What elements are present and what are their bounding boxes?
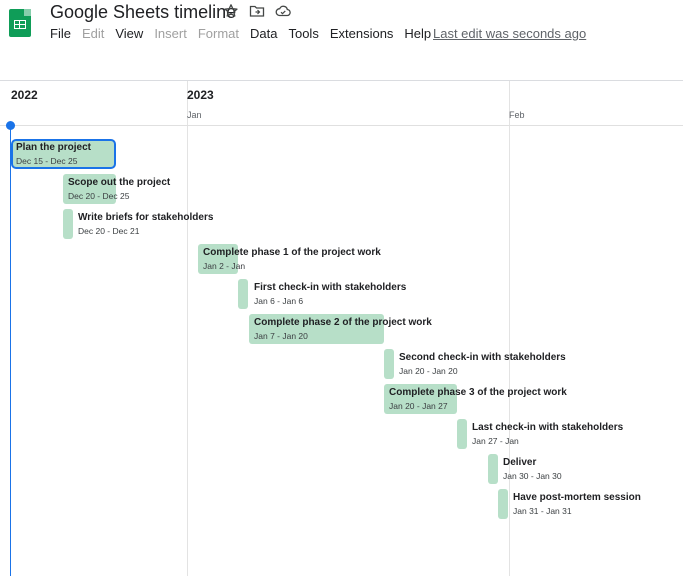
menu-tools[interactable]: Tools <box>288 26 318 41</box>
task-label: Deliver Jan 30 - Jan 30 <box>503 456 562 482</box>
task-label: Complete phase 2 of the project work Jan… <box>254 316 432 342</box>
task-label: First check-in with stakeholders Jan 6 -… <box>254 281 406 307</box>
year-label-2023: 2023 <box>187 88 214 102</box>
task-dates: Dec 20 - Dec 21 <box>78 226 140 236</box>
task-name: Deliver <box>503 457 537 468</box>
timeline-task[interactable]: Scope out the project Dec 20 - Dec 25 <box>63 174 263 204</box>
task-dates: Dec 20 - Dec 25 <box>68 191 130 201</box>
timeline-task[interactable]: Second check-in with stakeholders Jan 20… <box>384 349 604 379</box>
today-marker[interactable] <box>6 121 15 130</box>
timeline-view: 2022 2023 Jan Feb Plan the project Dec 1… <box>0 81 683 576</box>
month-label-jan: Jan <box>187 110 202 120</box>
task-bar[interactable] <box>238 279 248 309</box>
document-title[interactable]: Google Sheets timeline <box>50 2 236 23</box>
timeline-task[interactable]: First check-in with stakeholders Jan 6 -… <box>238 279 458 309</box>
task-dates: Jan 2 - Jan <box>203 261 246 271</box>
task-name: First check-in with stakeholders <box>254 282 407 293</box>
task-bar[interactable] <box>488 454 498 484</box>
task-dates: Jan 20 - Jan 27 <box>389 401 448 411</box>
move-folder-icon[interactable] <box>249 3 265 19</box>
timeline-task[interactable]: Plan the project Dec 15 - Dec 25 <box>11 139 211 169</box>
task-dates: Jan 30 - Jan 30 <box>503 471 562 481</box>
timeline-task[interactable]: Complete phase 2 of the project work Jan… <box>249 314 469 344</box>
logo-grid <box>13 19 26 29</box>
menu-bar: File Edit View Insert Format Data Tools Extensi… <box>50 26 442 41</box>
cloud-status-icon[interactable] <box>275 3 291 19</box>
sheets-logo-icon[interactable] <box>9 9 31 37</box>
task-dates: Dec 15 - Dec 25 <box>16 156 78 166</box>
timeline-task[interactable]: Have post-mortem session Jan 31 - Jan 31 <box>498 489 678 519</box>
task-label: Write briefs for stakeholders Dec 20 - D… <box>78 211 213 237</box>
today-line <box>10 125 11 576</box>
timeline-task[interactable]: Complete phase 3 of the project work Jan… <box>384 384 604 414</box>
menu-edit[interactable]: Edit <box>82 26 104 41</box>
task-name: Write briefs for stakeholders <box>78 212 214 223</box>
task-name: Complete phase 3 of the project work <box>389 387 567 398</box>
menu-extensions[interactable]: Extensions <box>330 26 394 41</box>
task-label: Have post-mortem session Jan 31 - Jan 31 <box>513 491 641 517</box>
task-bar[interactable] <box>457 419 467 449</box>
task-label: Complete phase 1 of the project work Jan… <box>203 246 381 272</box>
task-dates: Jan 27 - Jan <box>472 436 519 446</box>
timeline-task[interactable]: Last check-in with stakeholders Jan 27 -… <box>457 419 657 449</box>
task-name: Second check-in with stakeholders <box>399 352 566 363</box>
task-label: Second check-in with stakeholders Jan 20… <box>399 351 566 377</box>
task-name: Plan the project <box>16 142 92 153</box>
menu-insert[interactable]: Insert <box>154 26 187 41</box>
app-header: Google Sheets timeline File Edit View Inser… <box>0 0 683 48</box>
menu-format[interactable]: Format <box>198 26 239 41</box>
task-dates: Jan 7 - Jan 20 <box>254 331 308 341</box>
timeline-task[interactable]: Complete phase 1 of the project work Jan… <box>198 244 418 274</box>
menu-file[interactable]: File <box>50 26 71 41</box>
task-name: Complete phase 1 of the project work <box>203 247 381 258</box>
task-name: Last check-in with stakeholders <box>472 422 624 433</box>
task-label: Last check-in with stakeholders Jan 27 -… <box>472 421 623 447</box>
menu-view[interactable]: View <box>115 26 143 41</box>
menu-help[interactable]: Help <box>404 26 431 41</box>
task-label: Scope out the project Dec 20 - Dec 25 <box>68 176 170 202</box>
menu-data[interactable]: Data <box>250 26 277 41</box>
timeline-task[interactable]: Deliver Jan 30 - Jan 30 <box>488 454 648 484</box>
task-bar[interactable] <box>498 489 508 519</box>
task-bar[interactable] <box>384 349 394 379</box>
timeline-header: 2022 2023 Jan Feb <box>0 81 683 126</box>
star-icon[interactable] <box>223 3 239 19</box>
task-label: Complete phase 3 of the project work Jan… <box>389 386 567 412</box>
task-dates: Jan 6 - Jan 6 <box>254 296 304 306</box>
task-name: Scope out the project <box>68 177 171 188</box>
task-bar[interactable] <box>63 209 73 239</box>
last-edit-link[interactable]: Last edit was seconds ago <box>433 26 586 41</box>
title-icons <box>223 3 291 19</box>
toolbar-strip <box>0 48 683 81</box>
task-name: Complete phase 2 of the project work <box>254 317 432 328</box>
task-name: Have post-mortem session <box>513 492 641 503</box>
timeline-task[interactable]: Write briefs for stakeholders Dec 20 - D… <box>63 209 263 239</box>
year-label-2022: 2022 <box>11 88 38 102</box>
task-dates: Jan 20 - Jan 20 <box>399 366 458 376</box>
task-label: Plan the project Dec 15 - Dec 25 <box>16 141 91 167</box>
task-dates: Jan 31 - Jan 31 <box>513 506 572 516</box>
logo-fold <box>24 9 31 16</box>
month-label-feb: Feb <box>509 110 525 120</box>
